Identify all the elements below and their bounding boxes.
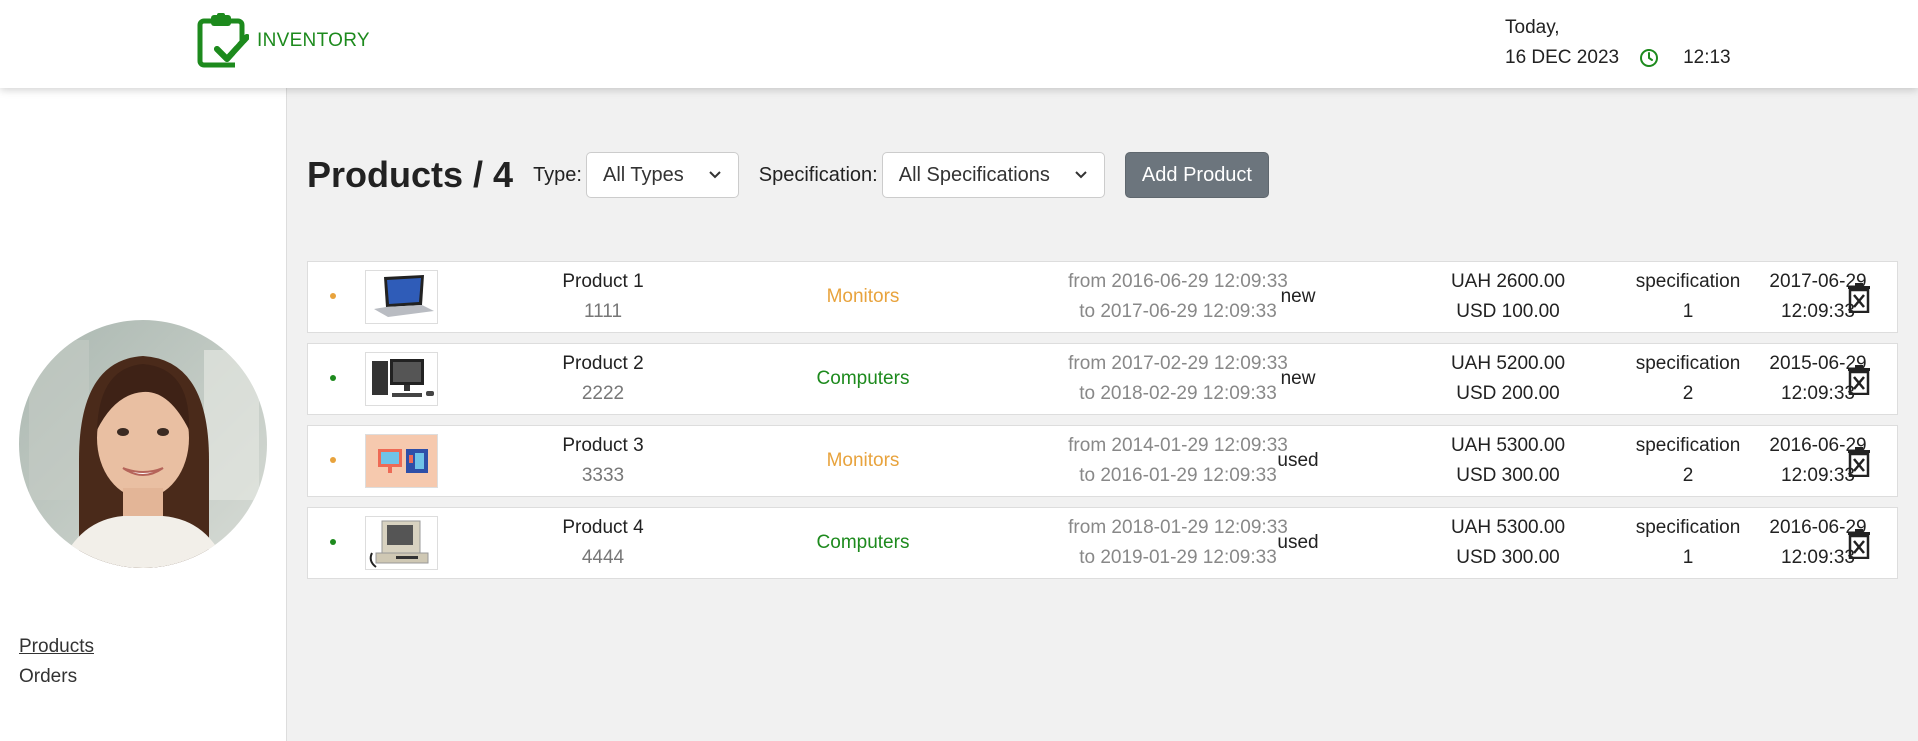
delete-trash-icon[interactable] bbox=[1845, 365, 1873, 395]
date-time: 12:09:33 bbox=[1781, 383, 1855, 404]
product-name-cell: Product 2 2222 bbox=[508, 344, 698, 414]
date-cell: 2016-06-29 12:09:33 bbox=[1638, 508, 1918, 578]
sidebar-nav: Products Orders bbox=[19, 632, 94, 692]
product-name[interactable]: Product 4 bbox=[562, 513, 643, 543]
product-type: Monitors bbox=[826, 286, 900, 307]
product-list: Product 1 1111 Monitors from 2016-06-29 … bbox=[307, 261, 1898, 589]
desktop-image bbox=[365, 352, 438, 406]
monitor-illustration-image bbox=[365, 434, 438, 488]
clock-icon bbox=[1640, 49, 1659, 67]
type-select-value: All Types bbox=[602, 163, 684, 186]
status-dot bbox=[330, 539, 336, 545]
product-row[interactable]: Product 2 2222 Computers from 2017-02-29… bbox=[307, 343, 1898, 415]
brand-logo[interactable]: INVENTORY bbox=[195, 13, 370, 69]
spec-filter-label: Specification: bbox=[758, 163, 878, 186]
product-serial: 4444 bbox=[581, 547, 625, 568]
page-title: Products / 4 bbox=[307, 154, 514, 195]
top-header: INVENTORY Today, 16 DEC 2023 12:13 bbox=[0, 0, 1918, 88]
nav-products[interactable]: Products bbox=[19, 632, 94, 662]
date-cell: 2016-06-29 12:09:33 bbox=[1638, 426, 1918, 496]
date-time: 12:09:33 bbox=[1781, 465, 1855, 486]
product-type: Computers bbox=[816, 532, 910, 553]
product-name-cell: Product 1 1111 bbox=[508, 262, 698, 332]
product-serial: 2222 bbox=[581, 383, 625, 404]
products-toolbar: Products / 4 Type: All Types Specificati… bbox=[307, 152, 1269, 198]
clipboard-check-icon bbox=[197, 13, 249, 69]
avatar bbox=[19, 320, 267, 568]
current-time: 12:13 bbox=[1683, 47, 1731, 68]
chevron-down-icon bbox=[1075, 171, 1087, 179]
date-cell: 2017-06-29 12:09:33 bbox=[1638, 262, 1918, 332]
status-dot bbox=[330, 375, 336, 381]
product-name-cell: Product 3 3333 bbox=[508, 426, 698, 496]
product-name[interactable]: Product 2 bbox=[562, 349, 643, 379]
retro-computer-image bbox=[365, 516, 438, 570]
date-time: 12:09:33 bbox=[1781, 547, 1855, 568]
laptop-image bbox=[365, 270, 438, 324]
product-serial: 3333 bbox=[581, 465, 625, 486]
nav-orders[interactable]: Orders bbox=[19, 662, 94, 692]
status-dot bbox=[330, 457, 336, 463]
specification-select[interactable]: All Specifications bbox=[881, 152, 1105, 198]
product-type: Monitors bbox=[826, 450, 900, 471]
chevron-down-icon bbox=[709, 171, 721, 179]
delete-trash-icon[interactable] bbox=[1845, 447, 1873, 477]
current-date: 16 DEC 2023 bbox=[1505, 47, 1620, 68]
delete-trash-icon[interactable] bbox=[1845, 529, 1873, 559]
date-time: 12:09:33 bbox=[1781, 301, 1855, 322]
status-dot bbox=[330, 293, 336, 299]
date-time: 16 DEC 2023 12:13 bbox=[1505, 47, 1731, 69]
product-name-cell: Product 4 4444 bbox=[508, 508, 698, 578]
product-name[interactable]: Product 1 bbox=[562, 267, 643, 297]
delete-trash-icon[interactable] bbox=[1845, 283, 1873, 313]
product-type: Computers bbox=[816, 368, 910, 389]
date-cell: 2015-06-29 12:09:33 bbox=[1638, 344, 1918, 414]
brand-name: INVENTORY bbox=[257, 30, 370, 51]
specification-select-value: All Specifications bbox=[898, 163, 1050, 186]
product-serial: 1111 bbox=[583, 301, 623, 322]
add-product-button[interactable]: Add Product bbox=[1124, 152, 1269, 198]
product-row[interactable]: Product 4 4444 Computers from 2018-01-29… bbox=[307, 507, 1898, 579]
product-row[interactable]: Product 1 1111 Monitors from 2016-06-29 … bbox=[307, 261, 1898, 333]
type-select[interactable]: All Types bbox=[585, 152, 739, 198]
type-filter-label: Type: bbox=[533, 163, 582, 186]
product-name[interactable]: Product 3 bbox=[562, 431, 643, 461]
sidebar: Products Orders bbox=[0, 88, 287, 741]
product-row[interactable]: Product 3 3333 Monitors from 2014-01-29 … bbox=[307, 425, 1898, 497]
today-label: Today, bbox=[1505, 17, 1560, 38]
